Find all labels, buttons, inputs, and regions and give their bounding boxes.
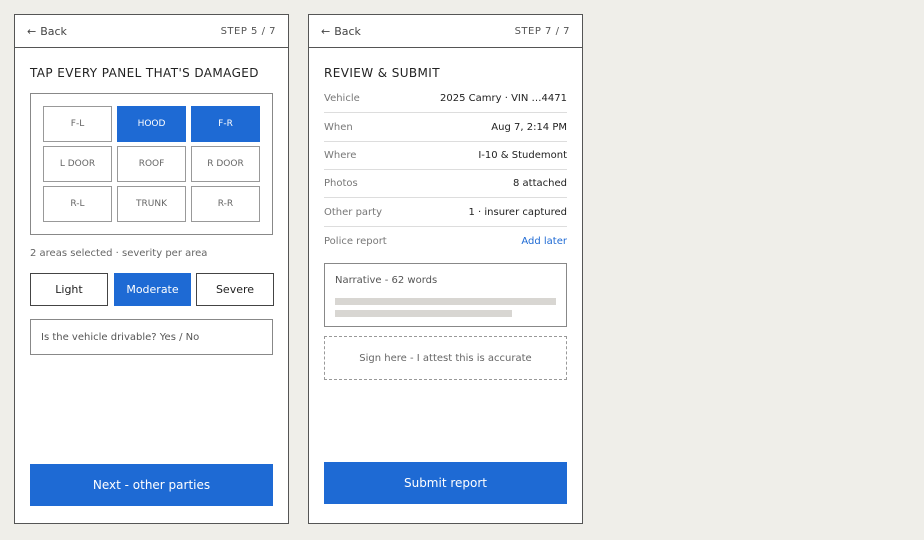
row-label: Where <box>324 150 357 161</box>
row-value: I-10 & Studemont <box>478 150 567 161</box>
row-label: Police report <box>324 236 387 247</box>
severity-light-button[interactable]: Light <box>30 273 108 306</box>
signature-field[interactable]: Sign here - I attest this is accurate <box>324 336 567 380</box>
top-bar: ← Back STEP 7 / 7 <box>309 15 582 48</box>
step-indicator: STEP 5 / 7 <box>220 26 276 37</box>
narrative-box[interactable]: Narrative - 62 words <box>324 263 567 327</box>
panel-hood[interactable]: HOOD <box>117 106 186 142</box>
summary-row-where: Where I-10 & Studemont <box>324 142 567 170</box>
summary-row-when: When Aug 7, 2:14 PM <box>324 114 567 142</box>
panel-rear-right[interactable]: R-R <box>191 186 260 222</box>
panel-left-door[interactable]: L DOOR <box>43 146 112 182</box>
row-value: Aug 7, 2:14 PM <box>491 122 567 133</box>
severity-severe-button[interactable]: Severe <box>196 273 274 306</box>
step-indicator: STEP 7 / 7 <box>514 26 570 37</box>
next-button[interactable]: Next - other parties <box>30 464 273 506</box>
back-label: Back <box>334 25 361 38</box>
row-label: Vehicle <box>324 93 360 104</box>
panel-trunk[interactable]: TRUNK <box>117 186 186 222</box>
submit-report-button[interactable]: Submit report <box>324 462 567 504</box>
arrow-left-icon: ← <box>321 25 331 38</box>
selection-hint: 2 areas selected · severity per area <box>30 248 208 259</box>
panel-front-right[interactable]: F-R <box>191 106 260 142</box>
drivable-question[interactable]: Is the vehicle drivable? Yes / No <box>30 319 273 355</box>
panel-right-door[interactable]: R DOOR <box>191 146 260 182</box>
row-label: When <box>324 122 353 133</box>
summary-row-police-report: Police report Add later <box>324 228 567 256</box>
phone-screen-damage: ← Back STEP 5 / 7 TAP EVERY PANEL THAT'S … <box>14 14 289 524</box>
back-button[interactable]: ← Back <box>321 25 361 38</box>
back-button[interactable]: ← Back <box>27 25 67 38</box>
panel-front-left[interactable]: F-L <box>43 106 112 142</box>
row-label: Photos <box>324 178 358 189</box>
narrative-label: Narrative - 62 words <box>335 275 438 286</box>
page-title: REVIEW & SUBMIT <box>324 66 440 80</box>
narrative-text-placeholder <box>335 298 556 305</box>
arrow-left-icon: ← <box>27 25 37 38</box>
row-label: Other party <box>324 207 382 218</box>
page-title: TAP EVERY PANEL THAT'S DAMAGED <box>30 66 259 80</box>
row-value: 2025 Camry · VIN …4471 <box>440 93 567 104</box>
phone-screen-review: ← Back STEP 7 / 7 REVIEW & SUBMIT Vehicle… <box>308 14 583 524</box>
severity-moderate-button[interactable]: Moderate <box>114 273 191 306</box>
back-label: Back <box>40 25 67 38</box>
add-later-link[interactable]: Add later <box>521 236 567 247</box>
row-value: 8 attached <box>513 178 567 189</box>
narrative-text-placeholder <box>335 310 512 317</box>
summary-row-photos: Photos 8 attached <box>324 170 567 198</box>
top-bar: ← Back STEP 5 / 7 <box>15 15 288 48</box>
summary-row-vehicle: Vehicle 2025 Camry · VIN …4471 <box>324 85 567 113</box>
car-panel-grid: F-L HOOD F-R L DOOR ROOF R DOOR R-L TRUN… <box>30 93 273 235</box>
panel-rear-left[interactable]: R-L <box>43 186 112 222</box>
panel-roof[interactable]: ROOF <box>117 146 186 182</box>
summary-row-other-party: Other party 1 · insurer captured <box>324 199 567 227</box>
row-value: 1 · insurer captured <box>468 207 567 218</box>
